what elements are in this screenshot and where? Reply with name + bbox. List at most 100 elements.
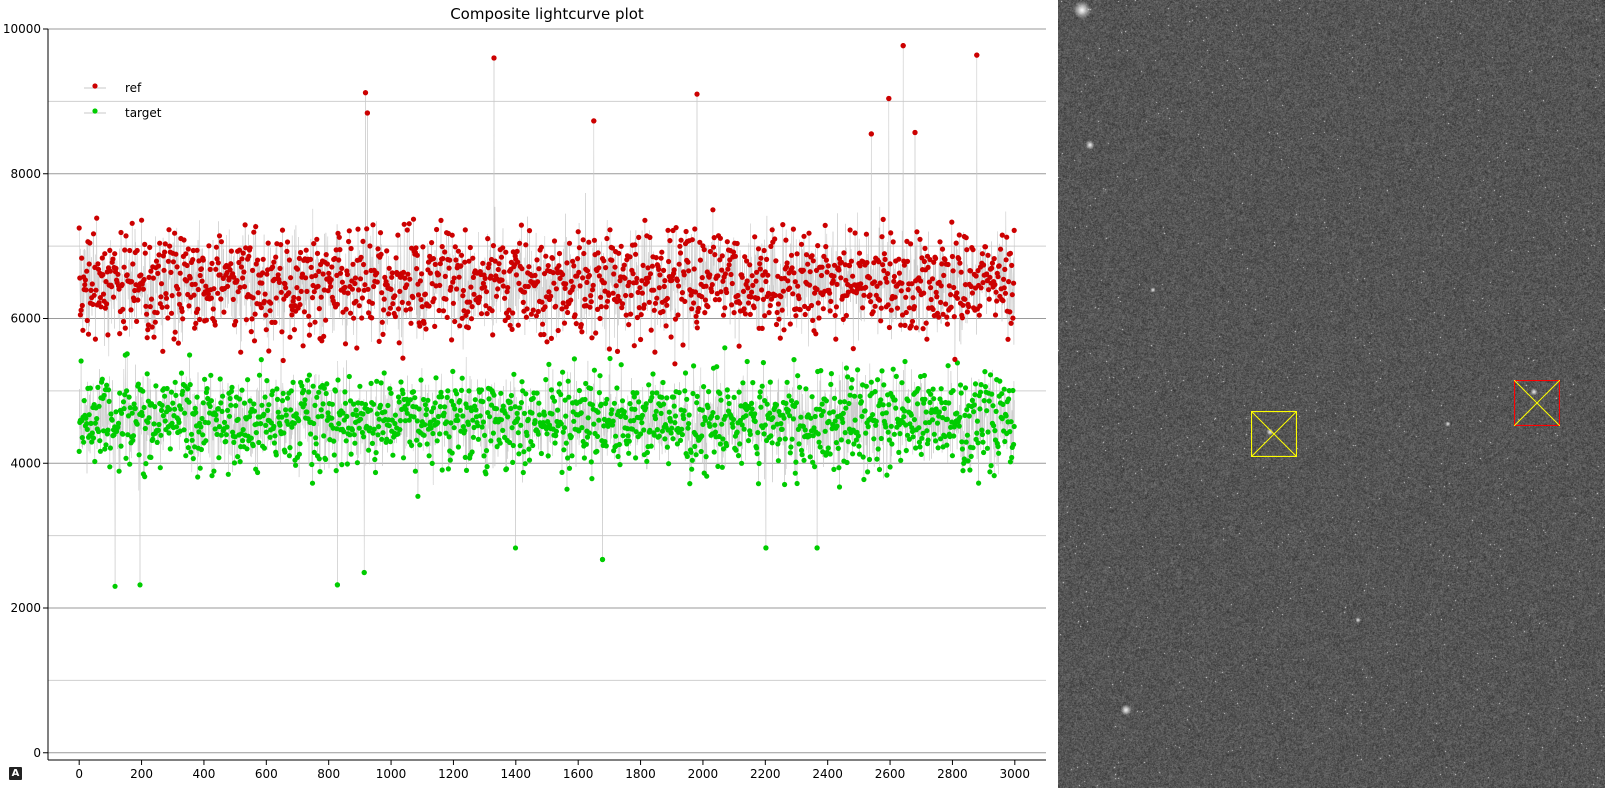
ref-point: [289, 312, 295, 318]
lightcurve-plot-panel[interactable]: Composite lightcurve plot 0 200 400 600 800 10…: [0, 0, 1058, 788]
ref-point: [778, 294, 784, 300]
ref-point: [435, 271, 442, 278]
ref-point: [703, 283, 709, 289]
target-point: [786, 393, 792, 399]
target-point: [216, 455, 222, 461]
ref-point: [304, 288, 310, 294]
target-point: [119, 410, 125, 416]
target-point: [836, 465, 842, 471]
lightcurve-plot[interactable]: Composite lightcurve plot0 200 400 600 800 10…: [0, 0, 1058, 788]
target-point: [131, 401, 137, 407]
target-point: [357, 383, 363, 389]
ref-point: [195, 286, 201, 293]
ref-point: [997, 246, 1004, 252]
ref-point: [169, 293, 175, 299]
target-point: [969, 397, 976, 403]
target-point: [95, 384, 101, 390]
ref-point: [657, 272, 663, 278]
ref-point: [827, 308, 833, 314]
target-point: [1001, 386, 1007, 392]
ref-point: [841, 250, 847, 256]
ref-point: [797, 307, 803, 313]
target-point: [730, 424, 736, 430]
ref-point: [726, 262, 732, 268]
target-point: [643, 401, 649, 407]
target-point: [868, 379, 874, 385]
target-point: [552, 440, 558, 446]
ref-aperture-marker[interactable]: [1514, 380, 1560, 426]
ref-point: [622, 275, 628, 281]
target-point: [846, 400, 852, 407]
target-point: [792, 470, 798, 476]
target-point: [512, 404, 518, 410]
target-point: [646, 382, 652, 388]
target-point: [679, 432, 686, 438]
ref-point: [581, 250, 587, 257]
ref-point: [952, 356, 958, 362]
target-point: [825, 445, 831, 451]
ref-point: [676, 283, 682, 289]
target-point: [1011, 423, 1017, 430]
target-point: [240, 427, 246, 433]
target-point: [240, 438, 246, 444]
target-point: [382, 409, 388, 415]
target-point: [794, 480, 800, 487]
ref-point: [532, 272, 538, 278]
target-point: [840, 410, 846, 416]
target-point: [549, 411, 555, 417]
ref-point: [251, 229, 257, 235]
target-point: [820, 408, 826, 414]
target-point: [220, 393, 226, 399]
target-point: [231, 460, 238, 466]
ref-point: [880, 216, 886, 222]
target-point: [274, 396, 281, 402]
target-point: [915, 386, 921, 392]
ref-point: [505, 314, 511, 320]
target-point: [92, 458, 98, 465]
ref-point: [91, 292, 97, 298]
autoscale-icon[interactable]: A: [9, 767, 22, 780]
ref-point: [207, 266, 213, 272]
ref-point: [493, 293, 500, 299]
ref-point: [301, 309, 307, 315]
ref-point: [787, 321, 793, 327]
ref-point: [553, 286, 560, 292]
fits-image-view[interactable]: [1058, 0, 1605, 788]
ref-point: [639, 290, 646, 296]
target-point: [121, 406, 127, 412]
target-point: [970, 445, 976, 451]
ref-point: [642, 217, 648, 223]
target-point: [945, 363, 951, 369]
ref-point: [228, 261, 234, 267]
ref-point: [78, 307, 84, 313]
ref-point: [270, 264, 276, 270]
ref-point: [115, 271, 121, 277]
ref-point: [379, 290, 385, 296]
ref-point: [176, 291, 182, 297]
target-point: [902, 358, 908, 365]
ref-point: [908, 323, 914, 329]
target-point: [146, 415, 152, 421]
target-point: [321, 385, 327, 391]
ref-point: [418, 297, 424, 303]
ref-point: [467, 244, 473, 251]
target-point: [633, 455, 639, 461]
ref-point: [147, 244, 153, 250]
target-point: [964, 432, 971, 438]
target-point: [227, 395, 233, 402]
target-point: [412, 395, 418, 401]
target-point: [743, 413, 749, 419]
target-point: [197, 465, 203, 471]
target-point: [986, 398, 992, 404]
target-point: [982, 384, 989, 390]
target-point: [304, 377, 311, 383]
target-point: [749, 400, 755, 406]
ref-point: [387, 305, 393, 311]
ref-point: [457, 323, 463, 329]
y-tick-label: 4000: [10, 456, 41, 470]
target-point: [444, 419, 450, 425]
ref-point: [127, 247, 133, 254]
target-aperture-marker[interactable]: [1251, 411, 1297, 457]
target-point: [519, 379, 525, 385]
ref-point: [925, 264, 931, 270]
